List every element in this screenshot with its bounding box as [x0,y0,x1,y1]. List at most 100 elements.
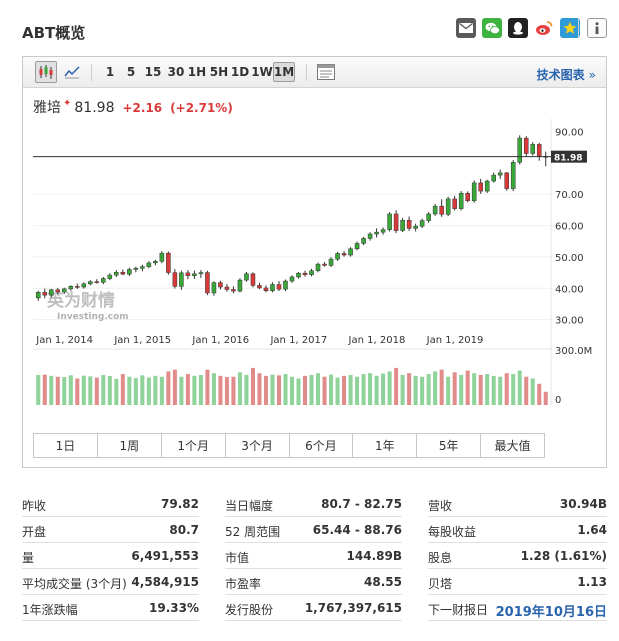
volume-bar [478,374,483,405]
period-6m[interactable]: 6个月 [289,434,354,457]
volume-bar [381,373,386,405]
quote-header: 雅培 ✦ 81.98 +2.16 (+2.71%) [33,97,233,116]
stat-label: 营收 [428,499,453,513]
volume-bar [368,373,373,405]
candle [250,272,256,288]
volume-bar [374,375,379,405]
plot-background [33,119,551,405]
stat-value: 1.13 [577,575,607,589]
volume-bar [244,374,249,405]
line-chart-icon[interactable] [61,61,83,83]
volume-bar [342,375,347,405]
volume-bar [433,371,438,405]
stat-value: 80.7 [169,523,199,537]
price-chart[interactable]: 英为财情 Investing.com 30.00 40.00 50.00 60.00 7… [23,117,606,417]
stat-label: 市值 [225,551,250,565]
stat-row: 发行股份 1,767,397,615 [225,595,402,621]
stat-value: 79.82 [161,497,199,511]
candlestick-chart-icon[interactable] [35,61,57,83]
period-3m[interactable]: 3个月 [225,434,290,457]
volume-bar [192,375,197,405]
candle [387,212,392,232]
info-icon[interactable] [587,18,607,38]
volume-bar [537,383,542,405]
period-1d[interactable]: 1日 [34,434,98,457]
volume-bar [472,373,477,405]
volume-bar [62,377,67,405]
interval-15[interactable]: 15 [143,62,163,82]
volume-bar [459,374,464,405]
next-earnings-date[interactable]: 2019年10月16日 [496,601,607,620]
interval-5h[interactable]: 5H [209,62,229,82]
stat-row: 每股收益 1.64 [428,517,607,543]
tech-chart-link[interactable]: 技术图表» [537,66,596,83]
volume-bar [101,374,106,405]
interval-1d[interactable]: 1D [230,62,250,82]
stat-label: 昨收 [22,499,47,513]
interval-5[interactable]: 5 [124,62,138,82]
volume-bar [276,375,282,405]
qzone-icon[interactable] [560,18,580,38]
period-max[interactable]: 最大值 [481,434,544,457]
candle [504,171,509,191]
period-1w[interactable]: 1周 [97,434,162,457]
volume-bar [543,391,548,405]
candle [445,196,451,217]
volume-bar [316,373,321,405]
volume-bar [329,374,334,405]
stat-row: 下一财报日 2019年10月16日 [428,595,607,621]
volume-bar [524,376,529,405]
email-icon[interactable] [456,18,476,38]
volume-bar [68,375,73,405]
stat-label: 当日幅度 [225,499,274,513]
period-5y[interactable]: 5年 [417,434,482,457]
price-tick-label: 90.00 [555,128,584,139]
period-1m[interactable]: 1个月 [161,434,226,457]
period-1y[interactable]: 1年 [353,434,418,457]
volume-bar [296,378,301,405]
period-selector: 1日 1周 1个月 3个月 6个月 1年 5年 最大值 [33,433,545,458]
volume-bar [413,375,418,405]
share-toolbar [456,18,580,40]
chevron-right-icon: » [588,68,596,82]
volume-bar [309,374,314,405]
volume-bar [107,376,112,405]
volume-bar [498,376,503,405]
volume-bar [88,376,93,405]
candle [205,270,210,296]
stat-row: 量 6,491,553 [22,543,199,569]
weibo-icon[interactable] [534,18,554,38]
candle [530,142,536,156]
volume-bar [211,373,216,405]
volume-bar [159,376,164,405]
stat-row: 贝塔 1.13 [428,569,607,595]
stat-value: 19.33% [149,601,199,615]
qq-icon[interactable] [508,18,528,38]
volume-bar [446,376,451,405]
share-divider [578,18,579,38]
candle [465,191,470,203]
chart-settings-icon[interactable] [315,61,337,83]
volume-bar [283,374,288,405]
interval-1m-active[interactable]: 1M [273,62,295,82]
volume-bar [530,378,535,405]
stat-value: 48.55 [364,575,402,589]
candle [159,251,165,264]
interval-1[interactable]: 1 [103,62,117,82]
volume-bar [517,370,522,405]
price-change: +2.16 [122,101,163,115]
candle [510,160,516,192]
interval-1w[interactable]: 1W [251,62,273,82]
volume-bar [49,375,54,405]
stat-label: 52 周范围 [225,525,281,539]
chart-panel: 1 5 15 30 1H 5H 1D 1W 1M 技术图表» 雅培 ✦ 81.9… [22,56,607,468]
price-tick-label: 70.00 [555,190,584,201]
stock-price: 81.98 [74,100,115,116]
volume-bar [231,376,236,405]
volume-bar [439,369,444,405]
volume-bar [146,377,151,405]
wechat-icon[interactable] [482,18,502,38]
interval-1h[interactable]: 1H [187,62,207,82]
interval-30[interactable]: 30 [166,62,186,82]
volume-bar [36,374,41,405]
